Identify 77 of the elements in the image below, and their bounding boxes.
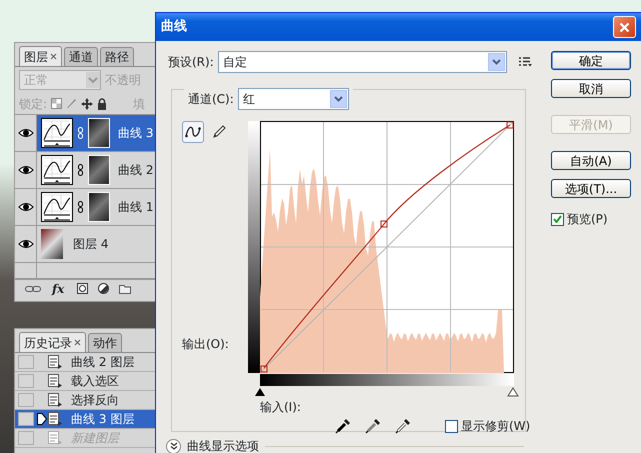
channel-select[interactable]: 红 [238, 88, 349, 110]
preset-select[interactable]: 自定 [218, 51, 507, 73]
curve-icon [185, 126, 201, 138]
opacity-label: 不透明 [105, 72, 141, 89]
curves-thumbnail-icon [41, 192, 73, 222]
dialog-button[interactable]: 自动(A) [551, 151, 631, 170]
history-step-icon [47, 431, 63, 445]
curve-tool-button[interactable] [182, 121, 204, 143]
show-clipping-checkbox[interactable]: 显示修剪(W) [445, 417, 530, 435]
curves-thumbnail-icon [41, 118, 73, 148]
lock-label: 锁定: [19, 96, 48, 112]
check-icon [553, 215, 562, 223]
mask-thumbnail [88, 155, 110, 185]
layer-row[interactable]: 图层 4 [15, 226, 157, 263]
layer-style-button[interactable]: fx [51, 280, 68, 296]
history-state-marker-icon[interactable] [37, 413, 47, 425]
history-step-icon [47, 374, 63, 388]
preset-menu-icon[interactable] [518, 57, 532, 67]
control-point[interactable] [380, 220, 388, 228]
mask-thumbnail [88, 192, 110, 222]
transparency-lock-icon[interactable] [51, 98, 62, 109]
lock-icon[interactable] [97, 98, 108, 110]
layer-row[interactable]: 曲线 1 [15, 189, 157, 226]
panel-tab[interactable]: 图层 [19, 46, 62, 66]
dialog-title: 曲线 [161, 18, 187, 36]
eyedropper-icon[interactable] [395, 418, 411, 434]
control-point[interactable] [506, 122, 514, 128]
close-button[interactable] [613, 16, 636, 38]
move-icon[interactable] [81, 98, 94, 110]
input-slider[interactable] [255, 374, 519, 396]
expand-button[interactable] [166, 438, 181, 453]
display-options-label: 曲线显示选项 [187, 438, 259, 453]
channel-label: 通道(C): [188, 91, 234, 108]
layer-row[interactable]: 曲线 3 [15, 115, 157, 152]
eye-icon[interactable] [18, 128, 34, 138]
history-step-icon [47, 393, 63, 407]
dialog-button[interactable]: 确定 [551, 51, 631, 70]
dialog-button[interactable]: 取消 [551, 79, 631, 98]
dialog-button[interactable]: 选项(T)... [551, 179, 631, 198]
eye-icon[interactable] [18, 202, 34, 212]
close-icon [619, 22, 630, 32]
chain-icon [78, 201, 83, 213]
close-icon[interactable] [50, 53, 57, 60]
curves-thumbnail-icon [41, 155, 73, 185]
preset-label: 预设(R): [168, 54, 214, 71]
chevron-down-icon [334, 96, 343, 102]
history-step-icon [47, 412, 63, 426]
mask-icon[interactable] [77, 283, 88, 294]
output-label: 输出(O): [182, 336, 230, 353]
close-icon[interactable] [74, 339, 81, 346]
shadow-input-slider[interactable] [255, 388, 265, 396]
fill-label: 填 [133, 96, 146, 112]
highlight-input-slider[interactable] [507, 387, 519, 396]
history-step-icon [47, 355, 63, 369]
panel-tab[interactable]: 路径 [100, 47, 134, 66]
chain-icon [78, 127, 83, 139]
pencil-icon [212, 125, 226, 139]
eyedropper-icon[interactable] [335, 418, 351, 434]
eye-icon[interactable] [18, 165, 34, 175]
chevron-down-icon [170, 442, 178, 450]
eyedropper-icon[interactable] [365, 418, 381, 434]
chevron-down-icon [492, 59, 501, 65]
mask-thumbnail [88, 118, 110, 148]
panel-tab[interactable]: 历史记录 [19, 332, 86, 352]
chain-icon [78, 164, 83, 176]
eye-icon[interactable] [18, 239, 34, 249]
panel-tab[interactable]: 动作 [88, 333, 122, 352]
preview-checkbox[interactable]: 预览(P) [551, 210, 631, 228]
link-icon[interactable] [25, 284, 41, 292]
adjustment-layer-icon[interactable] [98, 283, 110, 294]
history-item[interactable]: 曲线 3 图层 [15, 410, 157, 429]
panel-tab[interactable]: 通道 [64, 47, 98, 66]
folder-icon[interactable] [119, 284, 132, 294]
control-point[interactable] [260, 366, 268, 372]
input-label: 输入(I): [260, 399, 302, 415]
layer-row[interactable]: 曲线 2 [15, 152, 157, 189]
chevron-down-icon [86, 72, 100, 88]
